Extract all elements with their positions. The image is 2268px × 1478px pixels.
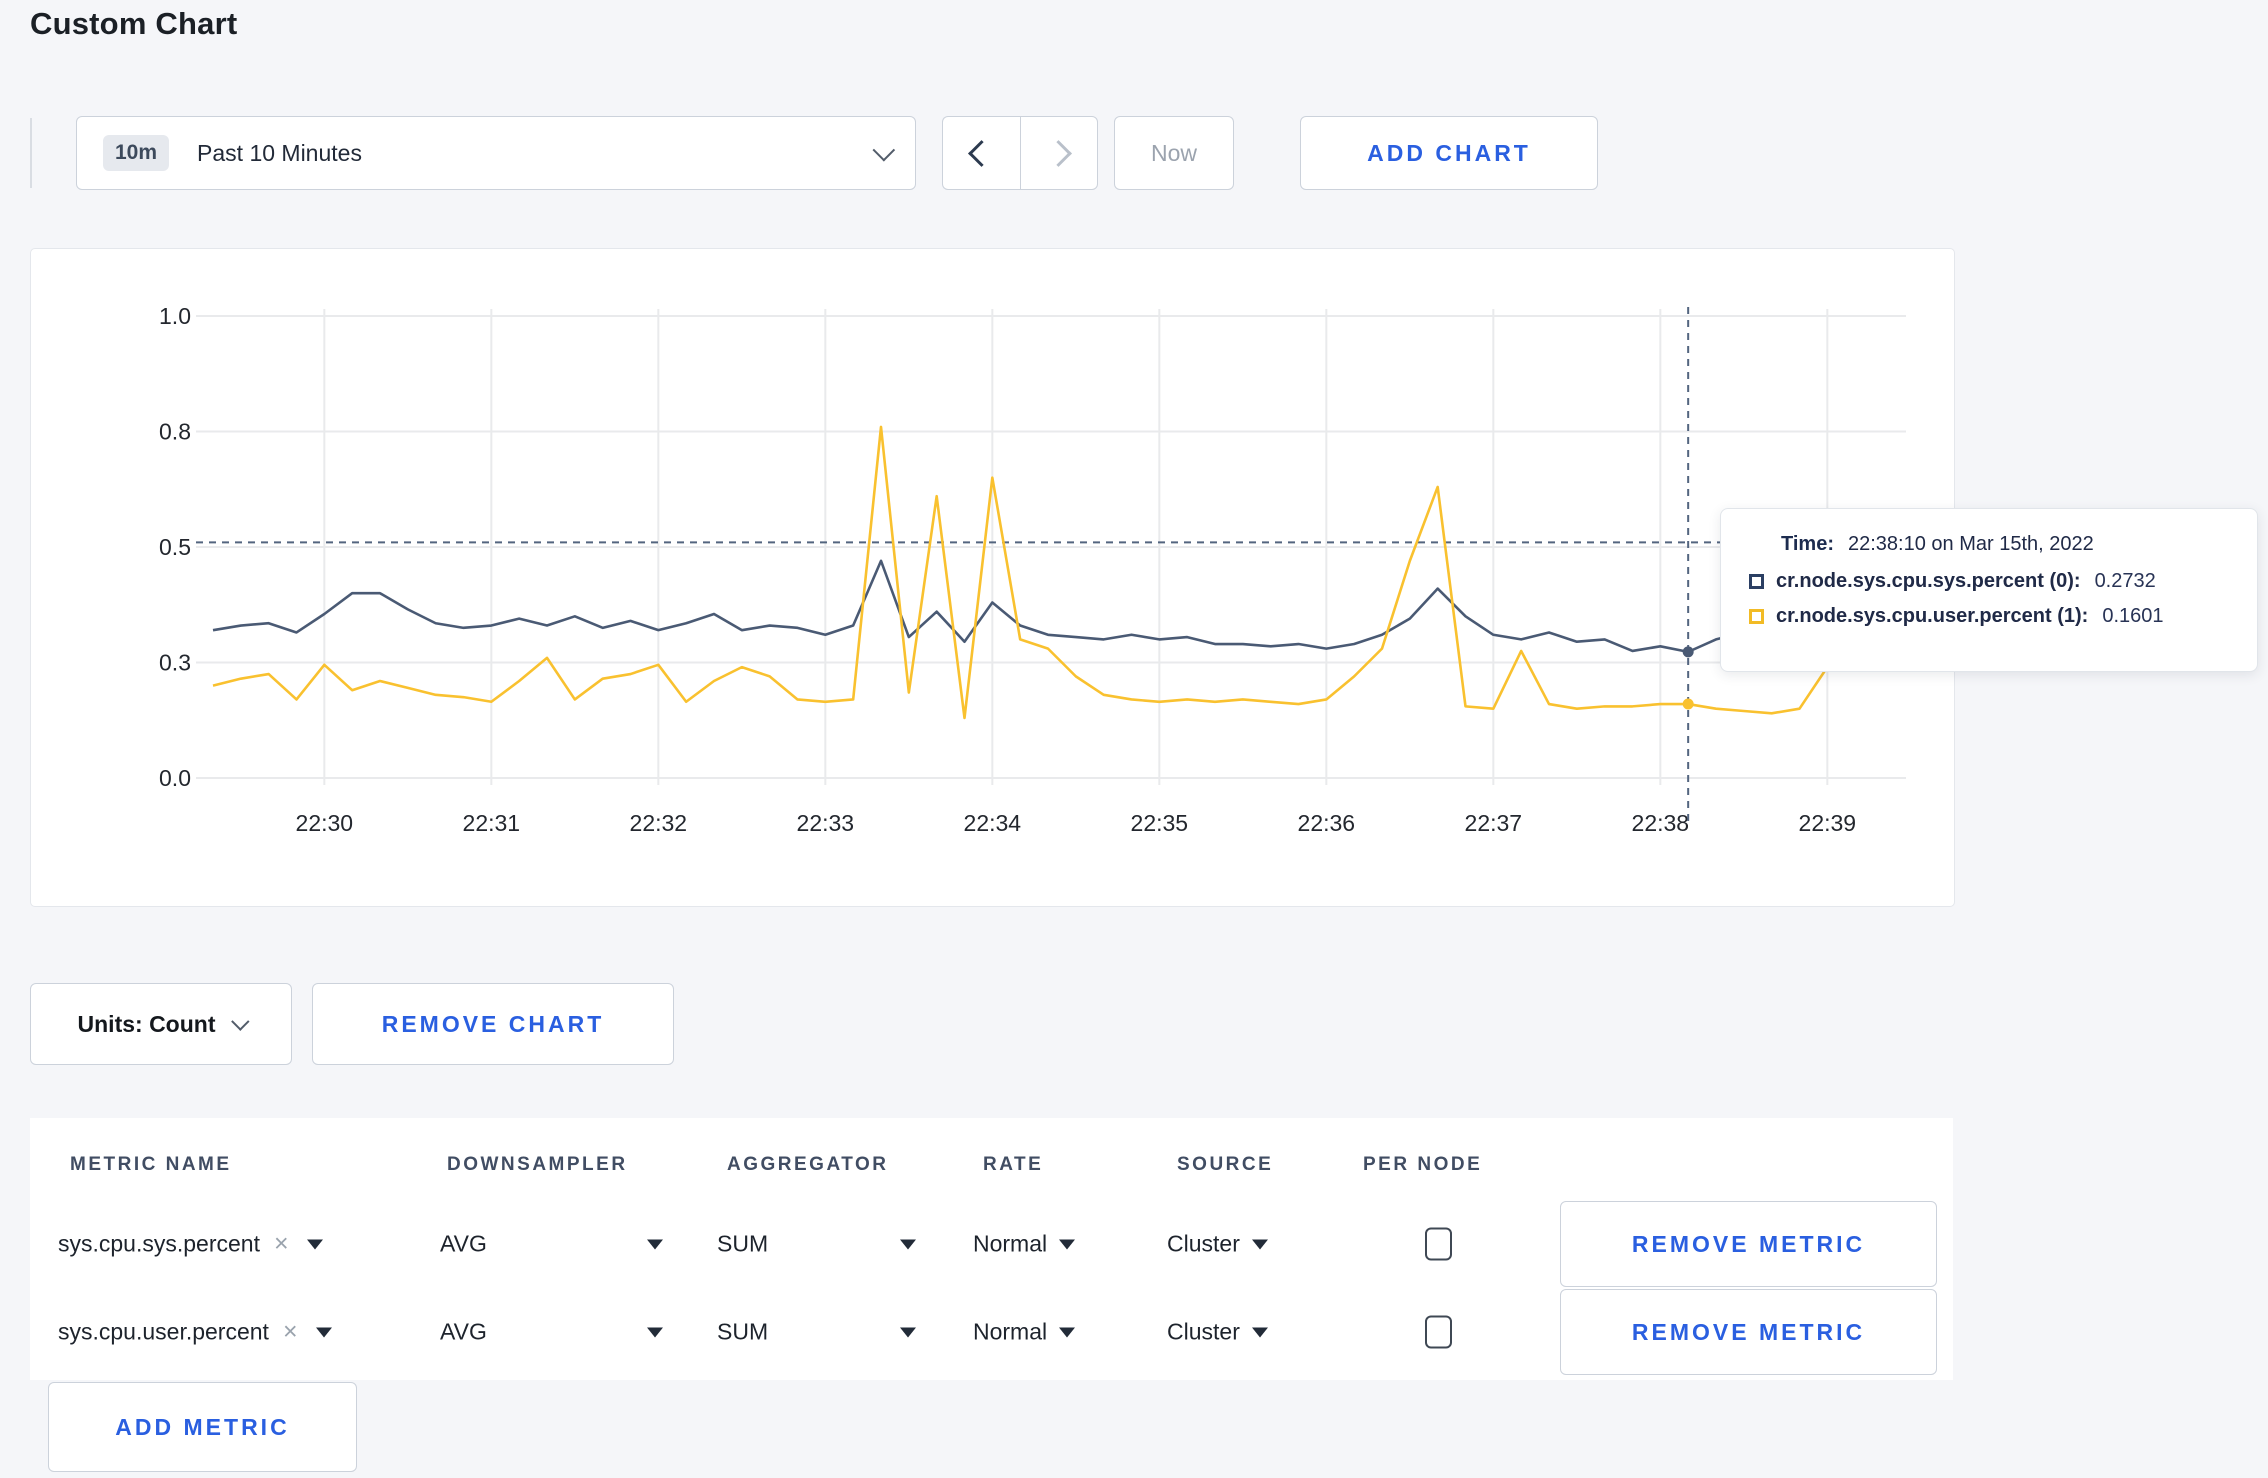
per-node-checkbox[interactable] (1425, 1227, 1452, 1261)
chevron-down-icon (872, 138, 896, 162)
tooltip-series-value: 0.1601 (2102, 605, 2164, 627)
tooltip-time-value: 22:38:10 on Mar 15th, 2022 (1847, 533, 2094, 555)
tooltip-series-name: cr.node.sys.cpu.user.percent (1): (1776, 605, 2089, 627)
time-window-badge: 10m (103, 135, 170, 171)
downsampler-value: AVG (440, 1230, 487, 1257)
x-tick-label: 22:34 (964, 810, 1022, 836)
remove-metric-button[interactable]: REMOVE METRIC (1560, 1201, 1937, 1287)
rate-value: Normal (973, 1230, 1048, 1257)
clear-metric-icon[interactable]: × (283, 1318, 298, 1347)
clear-metric-icon[interactable]: × (274, 1230, 289, 1259)
x-tick-label: 22:36 (1298, 810, 1356, 836)
downsampler-value: AVG (440, 1318, 487, 1345)
rate-select[interactable]: Normal (973, 1318, 1076, 1346)
navy-square-icon (1749, 574, 1764, 589)
tooltip-series-value: 0.2732 (2094, 570, 2156, 592)
aggregator-value: SUM (717, 1318, 769, 1345)
source-select[interactable]: Cluster (1167, 1231, 1268, 1258)
time-window-label: Past 10 Minutes (197, 139, 362, 166)
x-tick-label: 22:38 (1632, 810, 1690, 836)
aggregator-select[interactable]: SUM (717, 1318, 917, 1346)
y-tick-label: 0.8 (159, 419, 191, 445)
x-tick-label: 22:39 (1799, 810, 1857, 836)
triangle-down-icon (646, 1239, 663, 1249)
time-window-dropdown[interactable]: 10m Past 10 Minutes (76, 116, 916, 190)
triangle-down-icon (646, 1327, 663, 1337)
time-pager (942, 116, 1098, 190)
tooltip-row: cr.node.sys.cpu.user.percent (1): 0.1601 (1749, 605, 2229, 628)
tooltip-series-name: cr.node.sys.cpu.sys.percent (0): (1776, 570, 2081, 592)
downsampler-select[interactable]: AVG (440, 1231, 663, 1258)
rate-select[interactable]: Normal (973, 1230, 1076, 1258)
tooltip-row: cr.node.sys.cpu.sys.percent (0): 0.2732 (1749, 570, 2229, 593)
rate-value: Normal (973, 1318, 1048, 1345)
triangle-down-icon (1059, 1327, 1076, 1337)
triangle-down-icon (900, 1239, 917, 1249)
units-label: Units: Count (77, 1010, 216, 1037)
next-time-button[interactable] (1019, 116, 1098, 190)
page-title: Custom Chart (30, 6, 238, 41)
downsampler-select[interactable]: AVG (440, 1319, 663, 1346)
hover-marker-0 (1682, 646, 1694, 658)
table-row: sys.cpu.user.percent × AVG SUM Normal Cl… (30, 1288, 1953, 1376)
metrics-table: METRIC NAME DOWNSAMPLER AGGREGATOR RATE … (30, 1118, 1953, 1380)
tooltip-time-label: Time: (1781, 533, 1834, 555)
chevron-down-icon (231, 1011, 251, 1031)
x-tick-label: 22:37 (1465, 810, 1523, 836)
triangle-down-icon (1251, 1327, 1268, 1337)
chevron-right-icon (1045, 139, 1073, 167)
col-header-source: SOURCE (1177, 1154, 1274, 1175)
metric-name-select[interactable]: sys.cpu.sys.percent × (58, 1230, 323, 1259)
custom-chart-page: Custom Chart 10m Past 10 Minutes Now ADD… (0, 0, 2268, 1478)
remove-metric-button[interactable]: REMOVE METRIC (1560, 1289, 1937, 1375)
units-dropdown[interactable]: Units: Count (30, 983, 292, 1065)
col-header-metric-name: METRIC NAME (70, 1154, 232, 1175)
now-button[interactable]: Now (1114, 116, 1234, 190)
x-tick-label: 22:33 (797, 810, 855, 836)
remove-chart-button[interactable]: REMOVE CHART (312, 983, 674, 1065)
series-line-0 (212, 559, 1884, 654)
x-tick-label: 22:32 (630, 810, 688, 836)
x-tick-label: 22:35 (1131, 810, 1189, 836)
add-chart-button[interactable]: ADD CHART (1300, 116, 1598, 190)
y-tick-label: 1.0 (159, 303, 191, 329)
triangle-down-icon (306, 1239, 323, 1249)
per-node-checkbox[interactable] (1425, 1315, 1452, 1349)
chart-tooltip: Time: 22:38:10 on Mar 15th, 2022 cr.node.… (1720, 508, 2258, 672)
col-header-aggregator: AGGREGATOR (727, 1154, 889, 1175)
cpu-percent-line-chart[interactable]: 1.0 0.8 0.5 0.3 0.0 22:30 22:31 22:32 22:33 22:34… (31, 249, 1954, 906)
col-header-downsampler: DOWNSAMPLER (447, 1154, 628, 1175)
table-row: sys.cpu.sys.percent × AVG SUM Normal Clu… (30, 1200, 1953, 1288)
aggregator-select[interactable]: SUM (717, 1230, 917, 1258)
controls-divider (30, 118, 32, 188)
metric-name-select[interactable]: sys.cpu.user.percent × (58, 1318, 332, 1347)
triangle-down-icon (315, 1327, 332, 1337)
aggregator-value: SUM (717, 1230, 769, 1257)
yellow-square-icon (1749, 609, 1764, 624)
y-tick-label: 0.0 (159, 765, 191, 791)
source-select[interactable]: Cluster (1167, 1319, 1268, 1346)
chevron-left-icon (967, 139, 995, 167)
source-value: Cluster (1167, 1230, 1240, 1257)
tooltip-time: Time: 22:38:10 on Mar 15th, 2022 (1781, 533, 2229, 556)
metric-name-value: sys.cpu.sys.percent (58, 1230, 260, 1257)
add-metric-button[interactable]: ADD METRIC (48, 1382, 357, 1472)
col-header-per-node: PER NODE (1363, 1154, 1483, 1175)
y-tick-label: 0.5 (159, 534, 191, 560)
prev-time-button[interactable] (942, 116, 1020, 190)
metric-name-value: sys.cpu.user.percent (58, 1318, 269, 1345)
x-tick-label: 22:30 (296, 810, 354, 836)
hover-marker-1 (1682, 698, 1694, 710)
x-tick-label: 22:31 (463, 810, 521, 836)
col-header-rate: RATE (983, 1154, 1044, 1175)
triangle-down-icon (1059, 1239, 1076, 1249)
triangle-down-icon (1251, 1239, 1268, 1249)
series-line-1 (212, 425, 1884, 720)
triangle-down-icon (900, 1327, 917, 1337)
y-tick-label: 0.3 (159, 650, 191, 676)
source-value: Cluster (1167, 1318, 1240, 1345)
chart-card[interactable]: 1.0 0.8 0.5 0.3 0.0 22:30 22:31 22:32 22:33 22:34… (30, 248, 1955, 907)
